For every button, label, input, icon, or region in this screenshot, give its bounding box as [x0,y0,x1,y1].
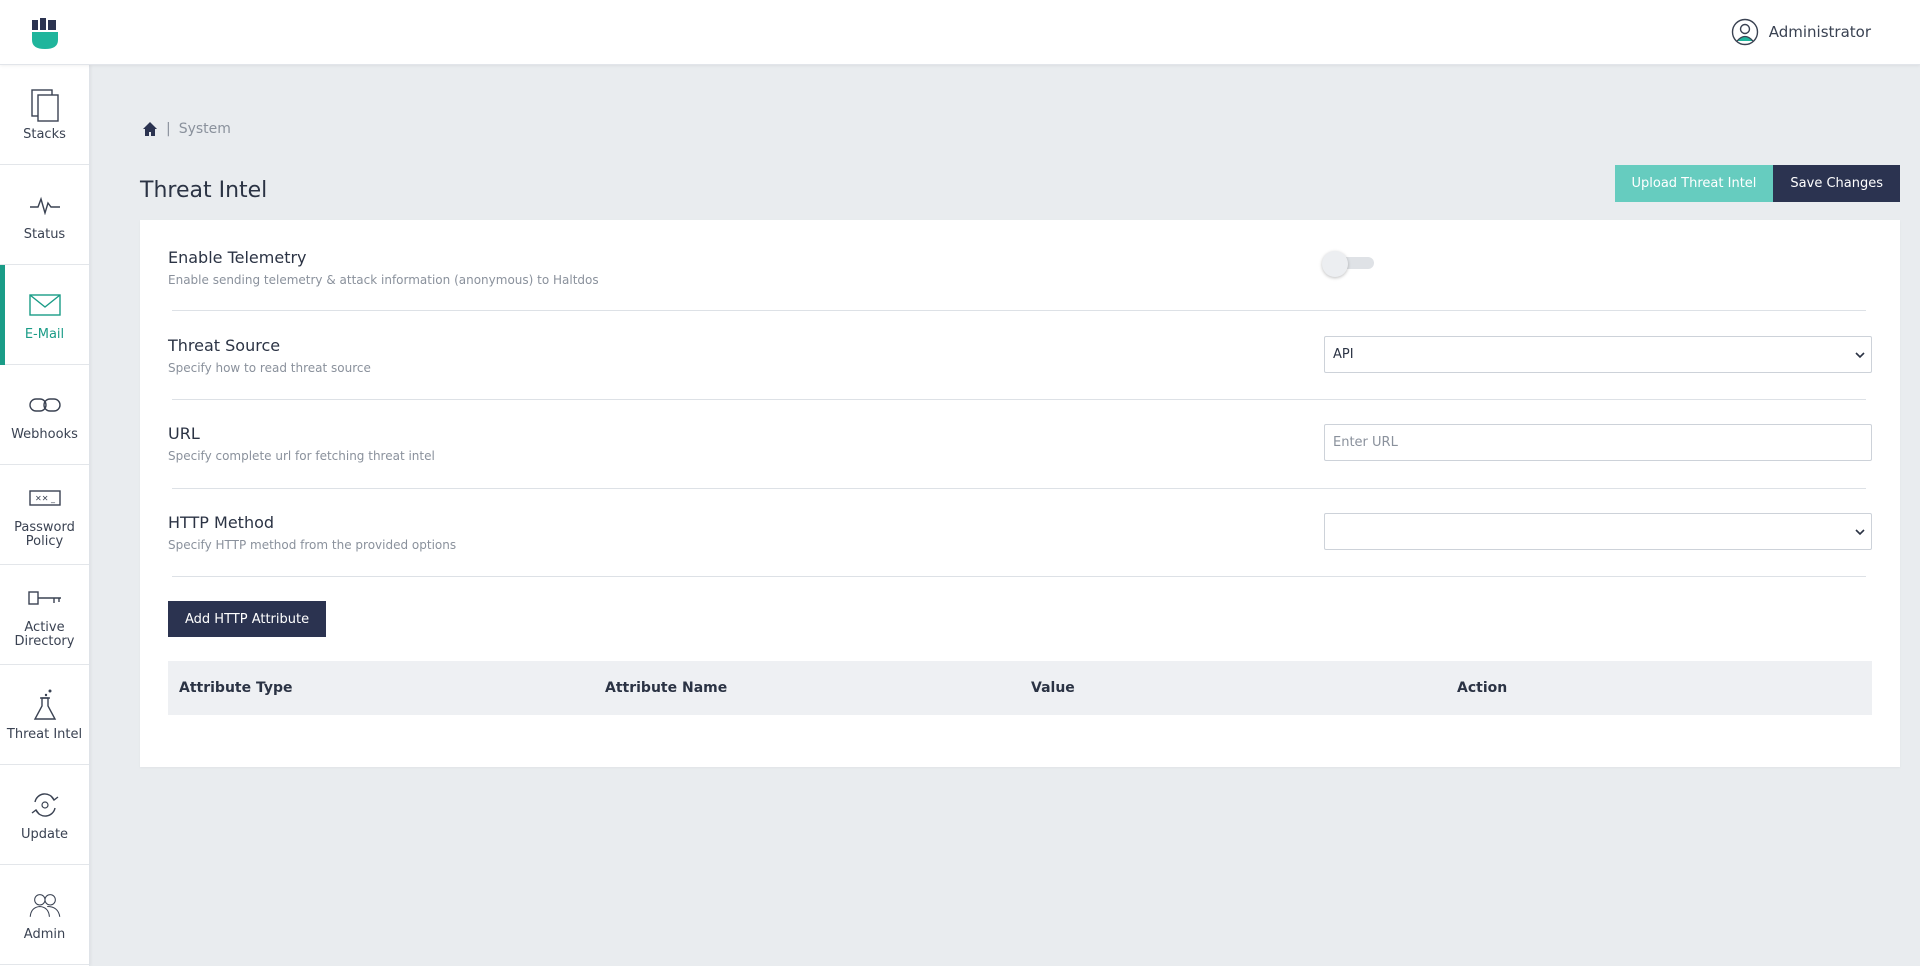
breadcrumb-separator: | [166,121,171,137]
threat-source-select[interactable]: API [1324,336,1872,373]
divider [172,488,1866,489]
chevron-down-icon [1855,529,1865,536]
column-header: Attribute Name [605,680,728,696]
telemetry-desc: Enable sending telemetry & attack inform… [168,273,599,287]
password-icon: ✕✕ _ [28,481,62,515]
key-icon [27,581,62,615]
home-icon[interactable] [142,121,158,137]
telemetry-row: Enable Telemetry Enable sending telemetr… [168,248,1868,287]
url-placeholder: Enter URL [1333,435,1398,450]
attributes-table-header: Attribute Type Attribute Name Value Acti… [168,661,1872,715]
app-logo-icon[interactable] [30,18,60,50]
url-input[interactable]: Enter URL [1324,424,1872,461]
user-menu[interactable]: Administrator [1731,18,1871,46]
breadcrumb: | System [142,121,231,137]
sidebar-item-label: Update [20,826,69,842]
sidebar-item-stacks[interactable]: Stacks [0,65,89,165]
sidebar-item-status[interactable]: Status [0,165,89,265]
column-header: Attribute Type [179,680,293,696]
sidebar-item-label: Active Directory [14,619,75,649]
sidebar-item-update[interactable]: Update [0,765,89,865]
page-actions: Upload Threat Intel Save Changes [1614,165,1900,202]
sidebar-item-email[interactable]: E-Mail [0,265,89,365]
sidebar-item-label: Status [23,226,66,242]
divider [172,310,1866,311]
sidebar-item-label: Threat Intel [6,726,83,742]
user-name: Administrator [1768,23,1871,41]
save-changes-button[interactable]: Save Changes [1773,165,1900,202]
upload-threat-intel-button[interactable]: Upload Threat Intel [1614,165,1774,202]
toggle-knob [1322,251,1348,277]
users-icon [28,888,62,922]
sidebar-item-label: E-Mail [24,326,65,342]
sidebar: Stacks Status E-Mail Webhooks ✕✕ _ Passw… [0,65,90,966]
link-icon [28,388,62,422]
stacks-icon [28,88,62,122]
chevron-down-icon [1855,352,1865,359]
add-http-attribute-button[interactable]: Add HTTP Attribute [168,601,327,637]
sidebar-item-active-directory[interactable]: Active Directory [0,565,89,665]
column-header: Value [1031,680,1075,696]
flask-icon [28,688,62,722]
top-bar: Administrator [0,0,1920,65]
refresh-icon [28,788,62,822]
svg-text:✕✕ _: ✕✕ _ [35,494,56,503]
page-title: Threat Intel [140,178,268,203]
settings-card: Enable Telemetry Enable sending telemetr… [140,220,1900,767]
sidebar-item-label: Stacks [23,126,66,142]
sidebar-item-threat-intel[interactable]: Threat Intel [0,665,89,765]
telemetry-toggle[interactable] [1322,251,1374,277]
sidebar-item-webhooks[interactable]: Webhooks [0,365,89,465]
pulse-icon [28,188,62,222]
divider [172,576,1866,577]
user-avatar-icon [1731,18,1758,46]
sidebar-item-admin[interactable]: Admin [0,865,89,965]
divider [172,399,1866,400]
sidebar-item-password-policy[interactable]: ✕✕ _ Password Policy [0,465,89,565]
column-header: Action [1457,680,1508,696]
envelope-icon [28,288,62,322]
sidebar-item-label: Password Policy [14,519,75,549]
http-method-select[interactable] [1324,513,1872,550]
sidebar-item-label: Webhooks [11,426,78,442]
threat-source-value: API [1333,347,1354,362]
telemetry-label: Enable Telemetry [168,248,307,267]
sidebar-item-label: Admin [23,926,66,942]
breadcrumb-current: System [178,121,231,137]
